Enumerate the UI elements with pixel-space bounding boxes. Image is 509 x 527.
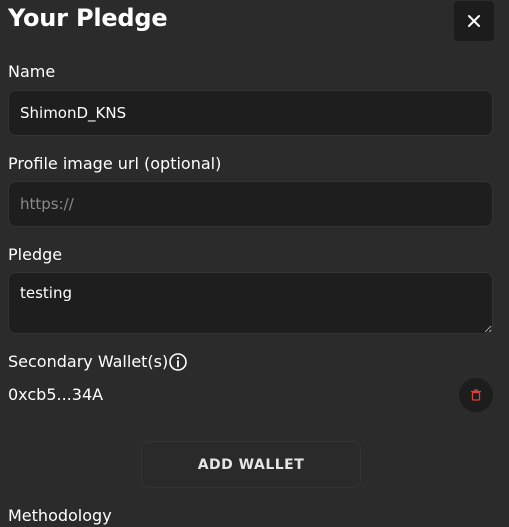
close-icon	[468, 15, 480, 27]
profile-image-url-input[interactable]	[8, 181, 493, 227]
pledge-label: Pledge	[8, 245, 63, 264]
add-wallet-button[interactable]: ADD WALLET	[141, 441, 361, 488]
name-input[interactable]	[8, 90, 493, 136]
trash-icon	[470, 389, 482, 401]
secondary-wallets-label: Secondary Wallet(s)	[8, 352, 169, 371]
close-button[interactable]	[454, 1, 494, 41]
methodology-label: Methodology	[8, 506, 112, 525]
wallet-address: 0xcb5...34A	[8, 385, 104, 404]
pledge-textarea[interactable]: testing	[8, 272, 493, 334]
pledge-panel: Your Pledge Name Profile image url (opti…	[0, 0, 509, 527]
delete-wallet-button[interactable]	[459, 378, 493, 412]
page-title: Your Pledge	[8, 4, 168, 32]
name-label: Name	[8, 62, 56, 81]
info-icon[interactable]	[168, 352, 188, 372]
profile-image-label: Profile image url (optional)	[8, 154, 222, 173]
